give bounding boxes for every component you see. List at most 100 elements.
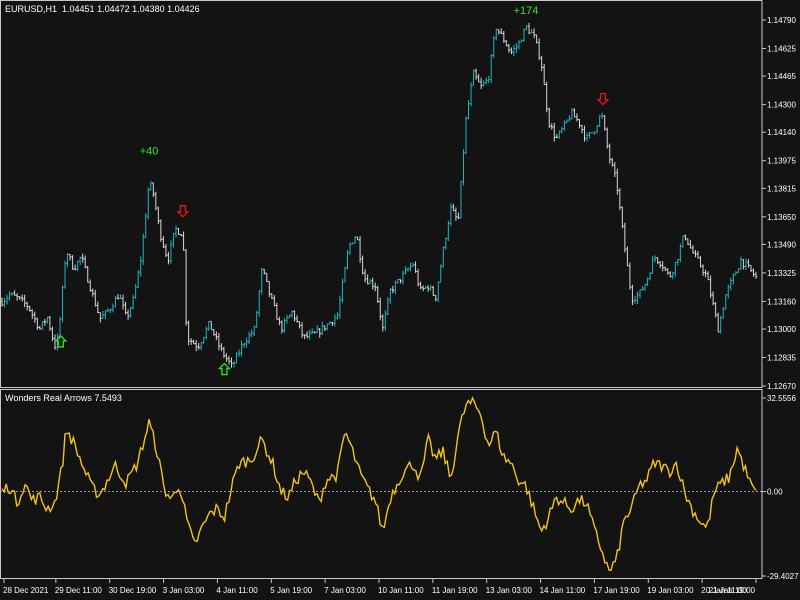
price-bar: [136, 270, 140, 289]
price-bar: [616, 168, 619, 195]
price-bar: [603, 115, 606, 131]
price-bar: [167, 251, 170, 265]
price-bar: [149, 180, 152, 191]
price-bar: [182, 231, 185, 251]
price-bar: [336, 312, 339, 320]
price-bar: [580, 124, 584, 134]
price-bar: [258, 290, 261, 317]
price-bar: [492, 35, 495, 59]
price-bar: [674, 261, 677, 277]
y-tick-label: 1.12670: [767, 382, 796, 391]
price-bar: [729, 277, 732, 291]
price-bar: [222, 346, 226, 359]
y-tick-label: 1.13490: [767, 240, 796, 249]
price-bar: [139, 256, 142, 277]
price-bar: [202, 336, 205, 344]
price-bar: [273, 295, 276, 307]
price-bar: [326, 323, 329, 331]
price-bar: [734, 270, 738, 276]
price-bar: [709, 275, 712, 298]
price-bar: [626, 246, 629, 267]
price-bar: [331, 321, 334, 327]
y-tick-label: 1.13325: [767, 269, 796, 278]
price-bar: [159, 219, 163, 242]
price-bar: [197, 342, 200, 350]
price-bar: [638, 289, 642, 299]
y-tick-label: 1.13650: [767, 213, 796, 222]
price-bar: [194, 340, 198, 352]
price-bar: [376, 285, 379, 303]
price-bar: [348, 242, 352, 255]
price-bar: [363, 269, 367, 283]
price-bar: [255, 310, 258, 328]
x-tick-label: 21 Jan 19:00: [709, 586, 756, 595]
price-bar: [227, 355, 231, 365]
buy-arrow-icon: [217, 362, 231, 376]
price-bar: [119, 294, 122, 300]
price-bar: [237, 349, 241, 357]
price-bar: [454, 207, 458, 221]
price-bar: [131, 294, 135, 310]
price-bar: [699, 255, 702, 268]
price-bar: [419, 281, 422, 290]
price-bar: [590, 132, 594, 134]
price-bar: [689, 240, 692, 249]
y-tick-label: 32.5556: [767, 394, 796, 403]
price-bar: [424, 286, 427, 290]
price-bar: [10, 292, 14, 296]
price-bar: [716, 312, 720, 333]
price-bar: [439, 264, 442, 283]
price-bar: [520, 39, 523, 43]
price-bar: [449, 203, 453, 226]
price-bar: [618, 188, 622, 211]
price-bar: [3, 298, 6, 308]
price-bar: [442, 246, 445, 268]
price-bar: [184, 249, 188, 326]
price-bar: [147, 187, 150, 220]
price-bar: [606, 127, 609, 149]
price-bar: [676, 259, 680, 266]
price-bar: [394, 280, 397, 294]
price-bar: [250, 329, 253, 338]
price-bar: [230, 357, 233, 368]
price-bar: [351, 242, 354, 245]
price-bar: [502, 30, 506, 44]
price-bar: [482, 80, 485, 87]
price-bar: [179, 233, 183, 237]
price-bar: [711, 291, 715, 306]
price-bar: [550, 123, 553, 130]
price-bar: [613, 161, 616, 178]
price-bar: [15, 293, 19, 301]
price-bar: [404, 266, 407, 275]
price-bar: [515, 43, 518, 53]
price-bar: [341, 278, 344, 303]
price-panel: +40 +174: [0, 5, 758, 376]
price-bar: [681, 235, 685, 248]
price-bar: [215, 331, 218, 341]
y-tick-label: 1.14465: [767, 72, 796, 81]
price-bar: [310, 328, 314, 334]
price-bar: [744, 258, 748, 271]
price-bar: [270, 293, 274, 300]
profit-label: +40: [140, 146, 159, 158]
price-bar: [358, 236, 362, 263]
price-bar: [96, 301, 100, 314]
price-bar: [706, 271, 710, 281]
price-bar: [89, 279, 92, 292]
price-bar: [666, 268, 669, 275]
price-bar: [252, 325, 256, 337]
price-bar: [366, 274, 369, 285]
y-tick-label: 1.14790: [767, 16, 796, 25]
price-bar: [749, 264, 753, 273]
price-bar: [588, 131, 591, 139]
price-bar: [401, 270, 405, 285]
time-axis: 28 Dec 2021 29 Dec 11:00 30 Dec 19:00 3 Jan…: [3, 579, 757, 595]
price-bar: [696, 250, 700, 259]
price-bar: [563, 120, 566, 132]
price-bar: [207, 320, 210, 331]
price-bar: [669, 271, 672, 278]
indicator-panel: [0, 396, 762, 571]
price-bar: [628, 262, 632, 290]
price-bar: [719, 315, 722, 334]
price-bar: [621, 206, 624, 229]
